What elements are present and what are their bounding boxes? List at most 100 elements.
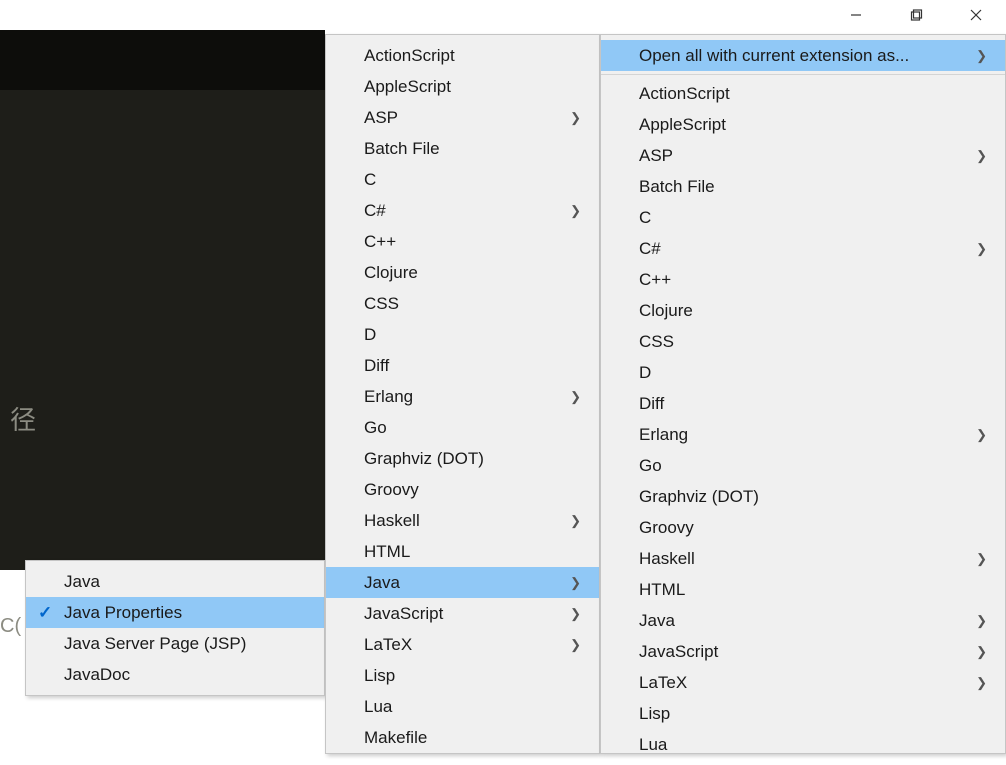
chevron-right-icon: ❯ (570, 606, 581, 622)
menu-item-label: Java Server Page (JSP) (64, 634, 306, 654)
menu-item-label: Clojure (639, 301, 987, 321)
menu-item-label: JavaDoc (64, 665, 306, 685)
close-icon (969, 8, 983, 22)
menu-item-lisp[interactable]: Lisp (601, 698, 1005, 729)
menu-item-c[interactable]: C++ (601, 264, 1005, 295)
menu-item-css[interactable]: CSS (326, 288, 599, 319)
chevron-right-icon: ❯ (976, 551, 987, 567)
menu-item-erlang[interactable]: Erlang❯ (601, 419, 1005, 450)
menu-item-label: AppleScript (639, 115, 987, 135)
menu-item-label: D (639, 363, 987, 383)
menu-item-open-all-with-extension[interactable]: Open all with current extension as...❯ (601, 40, 1005, 71)
syntax-main-menu: Open all with current extension as...❯ A… (600, 34, 1006, 754)
chevron-right-icon: ❯ (570, 389, 581, 405)
menu-item-go[interactable]: Go (601, 450, 1005, 481)
menu-item-label: Batch File (364, 139, 581, 159)
menu-item-label: Haskell (364, 511, 570, 531)
menu-item-actionscript[interactable]: ActionScript (601, 78, 1005, 109)
menu-item-label: Go (364, 418, 581, 438)
chevron-right-icon: ❯ (976, 427, 987, 443)
menu-item-groovy[interactable]: Groovy (601, 512, 1005, 543)
menu-item-javascript[interactable]: JavaScript❯ (601, 636, 1005, 667)
menu-item-haskell[interactable]: Haskell❯ (326, 505, 599, 536)
menu-item-c[interactable]: C (326, 164, 599, 195)
menu-item-graphviz-dot[interactable]: Graphviz (DOT) (601, 481, 1005, 512)
menu-item-label: JavaScript (364, 604, 570, 624)
maximize-icon (909, 8, 923, 22)
menu-item-label: CSS (639, 332, 987, 352)
menu-item-d[interactable]: D (326, 319, 599, 350)
chevron-right-icon: ❯ (976, 644, 987, 660)
menu-item-label: Lua (364, 697, 581, 717)
menu-item-label: Lua (639, 735, 987, 755)
maximize-button[interactable] (886, 0, 946, 30)
menu-item-latex[interactable]: LaTeX❯ (601, 667, 1005, 698)
menu-item-label: C# (364, 201, 570, 221)
menu-item-c[interactable]: C++ (326, 226, 599, 257)
minimize-button[interactable] (826, 0, 886, 30)
menu-item-javadoc[interactable]: JavaDoc (26, 659, 324, 690)
menu-item-applescript[interactable]: AppleScript (601, 109, 1005, 140)
menu-item-c[interactable]: C#❯ (601, 233, 1005, 264)
menu-item-css[interactable]: CSS (601, 326, 1005, 357)
menu-item-actionscript[interactable]: ActionScript (326, 40, 599, 71)
chevron-right-icon: ❯ (570, 203, 581, 219)
menu-item-batch-file[interactable]: Batch File (326, 133, 599, 164)
menu-item-latex[interactable]: LaTeX❯ (326, 629, 599, 660)
menu-item-c[interactable]: C (601, 202, 1005, 233)
close-button[interactable] (946, 0, 1006, 30)
menu-item-java-server-page-jsp[interactable]: Java Server Page (JSP) (26, 628, 324, 659)
menu-item-lua[interactable]: Lua (601, 729, 1005, 760)
menu-item-java[interactable]: Java (26, 566, 324, 597)
menu-item-haskell[interactable]: Haskell❯ (601, 543, 1005, 574)
menu-item-label: Erlang (364, 387, 570, 407)
menu-item-java-properties[interactable]: ✓Java Properties (26, 597, 324, 628)
editor-background (0, 30, 325, 570)
menu-item-graphviz-dot[interactable]: Graphviz (DOT) (326, 443, 599, 474)
menu-item-label: LaTeX (639, 673, 976, 693)
chevron-right-icon: ❯ (570, 110, 581, 126)
menu-item-label: Makefile (364, 728, 581, 748)
menu-item-label: C# (639, 239, 976, 259)
menu-item-html[interactable]: HTML (326, 536, 599, 567)
menu-item-erlang[interactable]: Erlang❯ (326, 381, 599, 412)
menu-item-label: Lisp (639, 704, 987, 724)
menu-item-groovy[interactable]: Groovy (326, 474, 599, 505)
menu-item-diff[interactable]: Diff (326, 350, 599, 381)
chevron-right-icon: ❯ (976, 148, 987, 164)
menu-item-applescript[interactable]: AppleScript (326, 71, 599, 102)
menu-item-clojure[interactable]: Clojure (601, 295, 1005, 326)
window-controls (826, 0, 1006, 30)
menu-item-asp[interactable]: ASP❯ (601, 140, 1005, 171)
menu-item-asp[interactable]: ASP❯ (326, 102, 599, 133)
menu-item-d[interactable]: D (601, 357, 1005, 388)
menu-item-diff[interactable]: Diff (601, 388, 1005, 419)
menu-item-label: C++ (639, 270, 987, 290)
menu-item-java[interactable]: Java❯ (326, 567, 599, 598)
menu-item-label: Erlang (639, 425, 976, 445)
menu-item-label: Groovy (639, 518, 987, 538)
menu-item-go[interactable]: Go (326, 412, 599, 443)
menu-item-batch-file[interactable]: Batch File (601, 171, 1005, 202)
menu-item-label: HTML (639, 580, 987, 600)
menu-item-label: Graphviz (DOT) (364, 449, 581, 469)
menu-item-label: Open all with current extension as... (639, 46, 976, 66)
chevron-right-icon: ❯ (976, 48, 987, 64)
menu-item-label: Clojure (364, 263, 581, 283)
menu-item-lisp[interactable]: Lisp (326, 660, 599, 691)
menu-item-html[interactable]: HTML (601, 574, 1005, 605)
chevron-right-icon: ❯ (570, 513, 581, 529)
menu-item-javascript[interactable]: JavaScript❯ (326, 598, 599, 629)
menu-item-c[interactable]: C#❯ (326, 195, 599, 226)
menu-item-label: C (639, 208, 987, 228)
menu-item-label: Go (639, 456, 987, 476)
menu-item-label: ActionScript (364, 46, 581, 66)
chevron-right-icon: ❯ (570, 575, 581, 591)
menu-item-makefile[interactable]: Makefile (326, 722, 599, 753)
menu-item-label: Java (364, 573, 570, 593)
menu-item-lua[interactable]: Lua (326, 691, 599, 722)
menu-item-label: AppleScript (364, 77, 581, 97)
menu-item-java[interactable]: Java❯ (601, 605, 1005, 636)
menu-item-clojure[interactable]: Clojure (326, 257, 599, 288)
menu-item-label: Lisp (364, 666, 581, 686)
